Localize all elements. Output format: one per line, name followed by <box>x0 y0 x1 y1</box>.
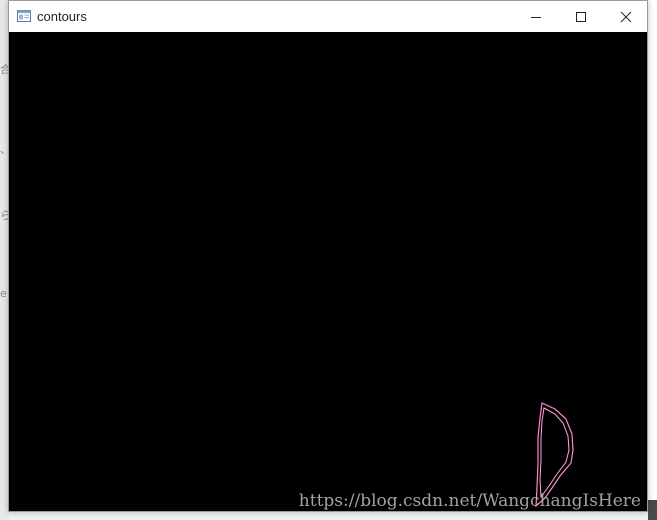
contour-drawing <box>535 402 574 508</box>
window-title: contours <box>37 9 87 24</box>
app-window-icon <box>17 10 31 22</box>
contours-canvas[interactable]: https://blog.csdn.net/WangchangIsHere <box>9 32 647 511</box>
close-button[interactable] <box>603 1 649 32</box>
background-app-right-edge <box>648 0 657 520</box>
minimize-icon <box>531 16 541 18</box>
minimize-button[interactable] <box>513 1 559 32</box>
watermark-url: https://blog.csdn.net/WangchangIsHere <box>298 491 641 511</box>
maximize-icon <box>576 11 586 22</box>
title-bar[interactable]: contours <box>9 1 647 32</box>
contours-window[interactable]: contours https://blog.csdn.net/Wangchang… <box>8 0 648 512</box>
background-shade <box>648 500 657 520</box>
maximize-button[interactable] <box>558 1 604 32</box>
close-icon <box>620 11 632 22</box>
